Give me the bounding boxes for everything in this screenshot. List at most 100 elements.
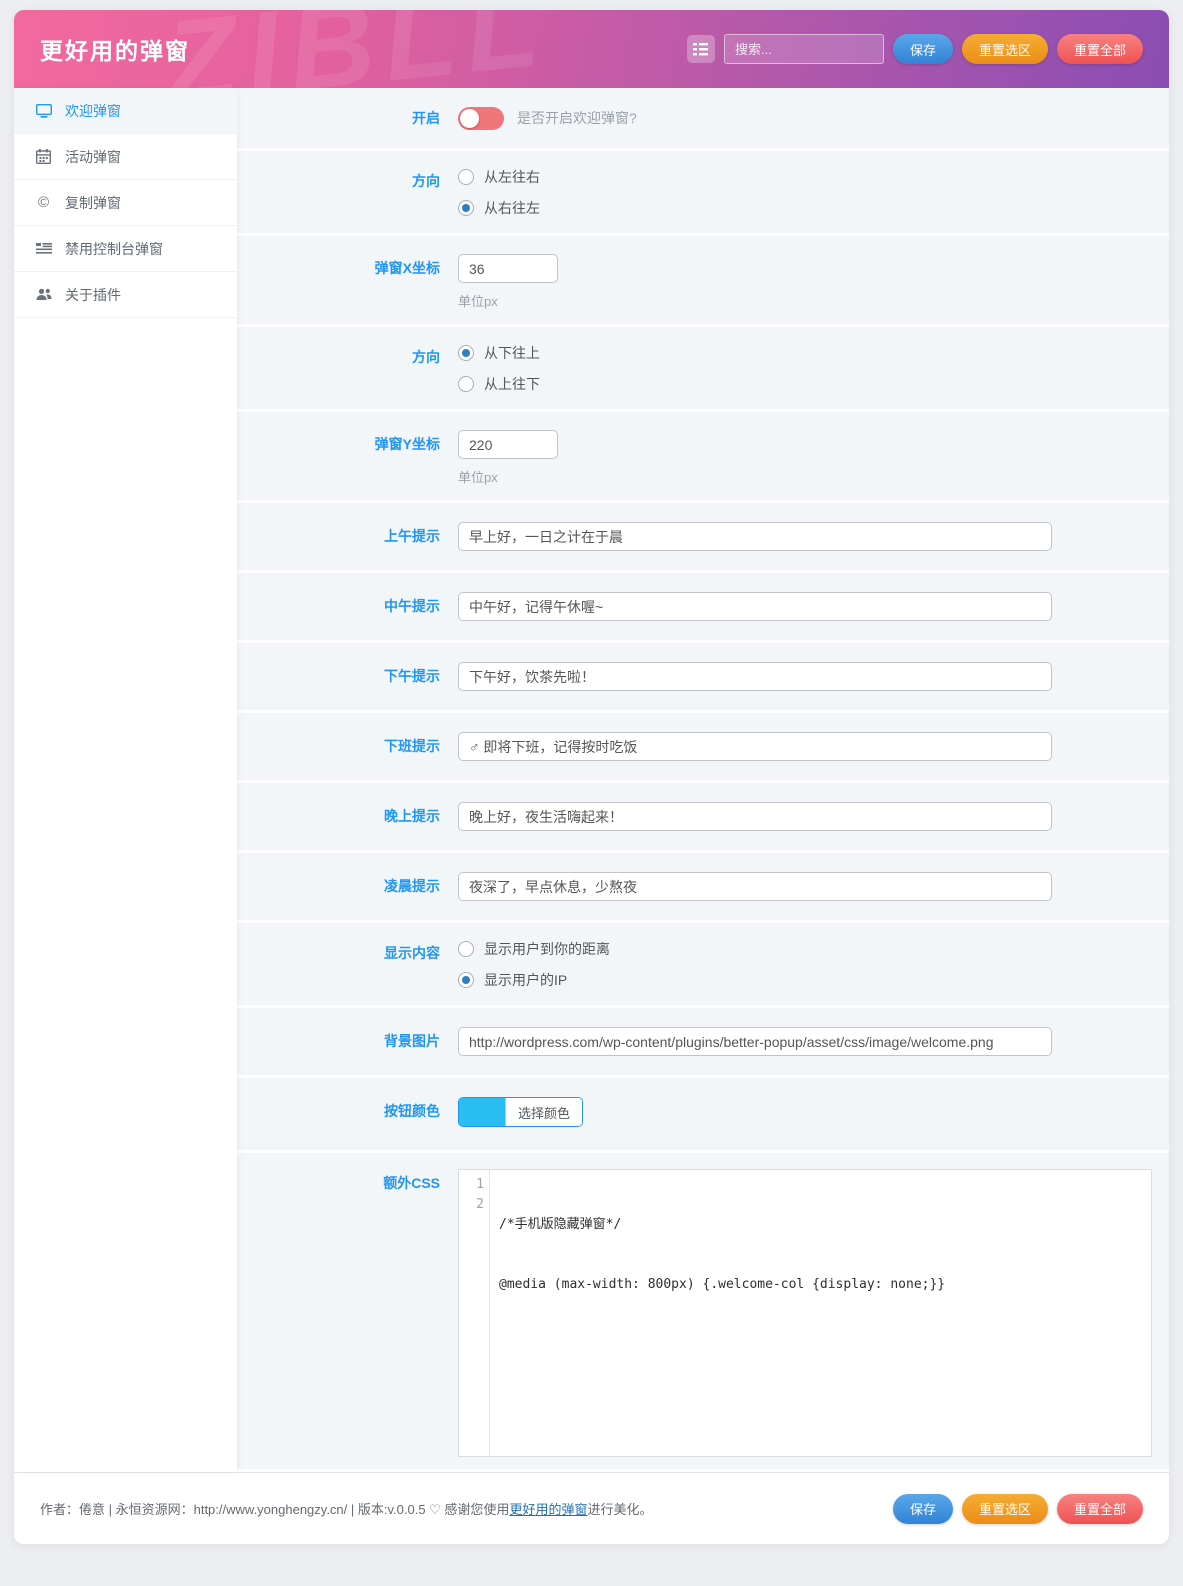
field-label: 凌晨提示 xyxy=(237,872,440,901)
radio-icon xyxy=(458,345,474,361)
css-code-editor[interactable]: 1 2 /*手机版隐藏弹窗*/ @media (max-width: 800px… xyxy=(458,1169,1152,1457)
save-button-footer[interactable]: 保存 xyxy=(893,1494,953,1524)
header-toolbar: 保存 重置选区 重置全部 xyxy=(687,34,1143,64)
sidebar-item-label: 复制弹窗 xyxy=(65,193,121,213)
row-evening-tip: 晚上提示 xyxy=(237,783,1169,850)
page-title: 更好用的弹窗 xyxy=(40,32,190,66)
sidebar-item-about-plugin[interactable]: 关于插件 xyxy=(14,272,237,318)
radio-option-show-ip[interactable]: 显示用户的IP xyxy=(458,970,1169,990)
background-image-input[interactable] xyxy=(458,1027,1052,1056)
sidebar-item-activity-popup[interactable]: 活动弹窗 xyxy=(14,134,237,180)
radio-option-right-to-left[interactable]: 从右往左 xyxy=(458,198,1169,218)
row-button-color: 按钮颜色 选择颜色 xyxy=(237,1078,1169,1150)
radio-icon xyxy=(458,972,474,988)
plugin-settings-card: ZIBLL 更好用的弹窗 保存 重置选区 重置全部 欢迎弹窗 xyxy=(14,10,1169,1544)
footer-toolbar: 保存 重置选区 重置全部 xyxy=(893,1494,1143,1524)
search-input[interactable] xyxy=(724,34,884,64)
late-night-tip-input[interactable] xyxy=(458,872,1052,901)
console-icon xyxy=(35,243,52,255)
field-label: 弹窗Y坐标 xyxy=(237,430,440,486)
code-line: @media (max-width: 800px) {.welcome-col … xyxy=(499,1275,945,1295)
radio-icon xyxy=(458,941,474,957)
choose-color-button[interactable]: 选择颜色 xyxy=(505,1098,582,1126)
author-credit: 作者：倦意 | 永恒资源网：http://www.yonghengzy.cn/ … xyxy=(40,1499,652,1518)
field-label: 按钮颜色 xyxy=(237,1097,440,1131)
line-number: 2 xyxy=(459,1195,484,1215)
row-morning-tip: 上午提示 xyxy=(237,503,1169,570)
sidebar-item-disable-console-popup[interactable]: 禁用控制台弹窗 xyxy=(14,226,237,272)
color-picker[interactable]: 选择颜色 xyxy=(458,1097,583,1127)
sidebar-item-label: 欢迎弹窗 xyxy=(65,101,121,121)
radio-icon xyxy=(458,169,474,185)
afternoon-tip-input[interactable] xyxy=(458,662,1052,691)
calendar-icon xyxy=(35,149,52,164)
header: ZIBLL 更好用的弹窗 保存 重置选区 重置全部 xyxy=(14,10,1169,88)
field-label: 额外CSS xyxy=(237,1169,440,1457)
body: 欢迎弹窗 活动弹窗 © 复制弹窗 禁用控制台弹窗 xyxy=(14,88,1169,1472)
radio-icon xyxy=(458,200,474,216)
code-area[interactable]: /*手机版隐藏弹窗*/ @media (max-width: 800px) {.… xyxy=(490,1170,945,1456)
sidebar-item-welcome-popup[interactable]: 欢迎弹窗 xyxy=(14,88,237,134)
row-direction-x: 方向 从左往右 从右往左 xyxy=(237,151,1169,233)
field-label: 背景图片 xyxy=(237,1027,440,1056)
row-direction-y: 方向 从下往上 从上往下 xyxy=(237,327,1169,409)
row-late-night-tip: 凌晨提示 xyxy=(237,853,1169,920)
off-work-tip-input[interactable] xyxy=(458,732,1052,761)
users-icon xyxy=(35,288,52,301)
radio-option-show-distance[interactable]: 显示用户到你的距离 xyxy=(458,939,1169,959)
reset-all-button-footer[interactable]: 重置全部 xyxy=(1057,1494,1143,1524)
color-swatch[interactable] xyxy=(459,1098,505,1126)
sidebar-item-label: 关于插件 xyxy=(65,285,121,305)
settings-form: 开启 是否开启欢迎弹窗? 方向 从左往右 xyxy=(237,88,1169,1472)
morning-tip-input[interactable] xyxy=(458,522,1052,551)
row-extra-css: 额外CSS 1 2 /*手机版隐藏弹窗*/ @media (max-width:… xyxy=(237,1153,1169,1469)
evening-tip-input[interactable] xyxy=(458,802,1052,831)
copyright-icon: © xyxy=(35,194,52,211)
field-label: 显示内容 xyxy=(237,939,440,990)
sidebar: 欢迎弹窗 活动弹窗 © 复制弹窗 禁用控制台弹窗 xyxy=(14,88,237,1472)
line-number: 1 xyxy=(459,1175,484,1195)
field-label: 上午提示 xyxy=(237,522,440,551)
noon-tip-input[interactable] xyxy=(458,592,1052,621)
field-label: 开启 xyxy=(237,108,440,128)
monitor-icon xyxy=(35,104,52,118)
sidebar-item-label: 禁用控制台弹窗 xyxy=(65,239,163,259)
unit-hint: 单位px xyxy=(458,467,1169,486)
enable-toggle[interactable] xyxy=(458,107,504,130)
field-label: 方向 xyxy=(237,167,440,218)
line-numbers: 1 2 xyxy=(459,1170,490,1456)
brand-watermark: ZIBLL xyxy=(158,10,554,88)
unit-hint: 单位px xyxy=(458,291,1169,310)
list-icon xyxy=(693,43,708,56)
footer: 作者：倦意 | 永恒资源网：http://www.yonghengzy.cn/ … xyxy=(14,1472,1169,1544)
radio-option-top-to-bottom[interactable]: 从上往下 xyxy=(458,374,1169,394)
row-enable: 开启 是否开启欢迎弹窗? xyxy=(237,88,1169,148)
popup-x-input[interactable] xyxy=(458,254,558,283)
row-afternoon-tip: 下午提示 xyxy=(237,643,1169,710)
row-background-image: 背景图片 xyxy=(237,1008,1169,1075)
field-label: 晚上提示 xyxy=(237,802,440,831)
field-label: 下午提示 xyxy=(237,662,440,691)
code-line: /*手机版隐藏弹窗*/ xyxy=(499,1215,945,1235)
field-label: 中午提示 xyxy=(237,592,440,621)
field-label: 弹窗X坐标 xyxy=(237,254,440,310)
sidebar-item-label: 活动弹窗 xyxy=(65,147,121,167)
field-label: 下班提示 xyxy=(237,732,440,761)
enable-description: 是否开启欢迎弹窗? xyxy=(517,108,637,128)
row-popup-y: 弹窗Y坐标 单位px xyxy=(237,412,1169,500)
field-label: 方向 xyxy=(237,343,440,394)
row-noon-tip: 中午提示 xyxy=(237,573,1169,640)
reset-selection-button-footer[interactable]: 重置选区 xyxy=(962,1494,1048,1524)
popup-y-input[interactable] xyxy=(458,430,558,459)
row-display-content: 显示内容 显示用户到你的距离 显示用户的IP xyxy=(237,923,1169,1005)
plugin-link[interactable]: 更好用的弹窗 xyxy=(509,1502,587,1517)
radio-option-left-to-right[interactable]: 从左往右 xyxy=(458,167,1169,187)
reset-selection-button[interactable]: 重置选区 xyxy=(962,34,1048,64)
reset-all-button[interactable]: 重置全部 xyxy=(1057,34,1143,64)
row-popup-x: 弹窗X坐标 单位px xyxy=(237,236,1169,324)
row-off-work-tip: 下班提示 xyxy=(237,713,1169,780)
sidebar-item-copy-popup[interactable]: © 复制弹窗 xyxy=(14,180,237,226)
menu-list-icon[interactable] xyxy=(687,35,715,63)
radio-option-bottom-to-top[interactable]: 从下往上 xyxy=(458,343,1169,363)
save-button[interactable]: 保存 xyxy=(893,34,953,64)
